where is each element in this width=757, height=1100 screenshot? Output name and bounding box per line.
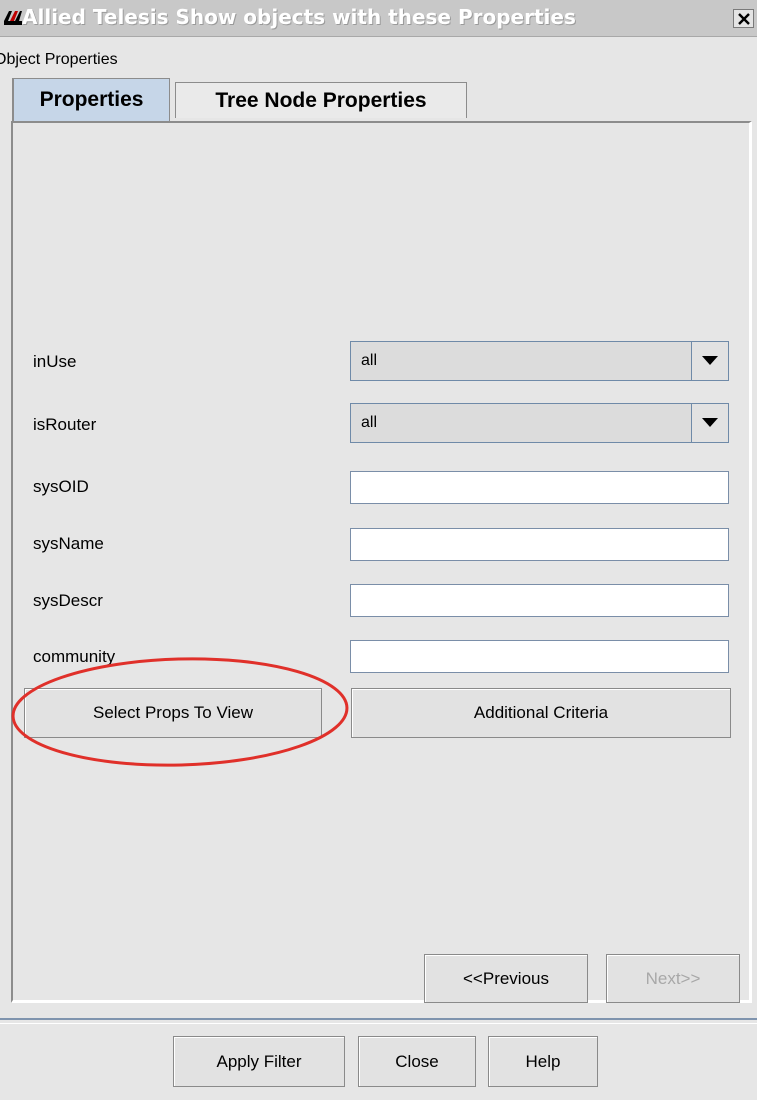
close-icon — [738, 13, 750, 25]
next-button[interactable]: Next>> — [606, 954, 740, 1003]
title-bar: Allied Telesis Show objects with these P… — [0, 0, 757, 37]
sysdescr-field[interactable] — [350, 584, 729, 617]
select-props-to-view-button[interactable]: Select Props To View — [24, 688, 322, 738]
isrouter-dropdown[interactable]: all — [350, 403, 729, 443]
sysdescr-label: sysDescr — [33, 591, 103, 610]
sysoid-field[interactable] — [350, 471, 729, 504]
inuse-label: inUse — [33, 352, 77, 371]
sysname-field[interactable] — [350, 528, 729, 561]
chevron-down-icon — [702, 356, 718, 365]
apply-filter-button[interactable]: Apply Filter — [173, 1036, 345, 1087]
close-window-button[interactable] — [733, 9, 754, 28]
additional-criteria-button[interactable]: Additional Criteria — [351, 688, 731, 738]
tab-tree-node-properties[interactable]: Tree Node Properties — [175, 82, 467, 118]
previous-button[interactable]: <<Previous — [424, 954, 588, 1003]
inuse-dropdown[interactable]: all — [350, 341, 729, 381]
chevron-down-icon — [702, 418, 718, 427]
sysoid-label: sysOID — [33, 477, 89, 496]
community-field[interactable] — [350, 640, 729, 673]
community-label: community — [33, 647, 116, 666]
footer-separator — [0, 1018, 757, 1024]
help-button[interactable]: Help — [488, 1036, 598, 1087]
properties-panel — [11, 121, 752, 1003]
sysname-label: sysName — [33, 534, 104, 553]
close-button[interactable]: Close — [358, 1036, 476, 1087]
window-title: Allied Telesis Show objects with these P… — [22, 5, 576, 29]
isrouter-dropdown-button[interactable] — [691, 404, 728, 442]
allied-telesis-logo-icon — [4, 11, 22, 25]
isrouter-label: isRouter — [33, 415, 97, 434]
inuse-dropdown-button[interactable] — [691, 342, 728, 380]
isrouter-value: all — [361, 414, 378, 431]
object-properties-heading: Object Properties — [0, 51, 118, 68]
inuse-value: all — [361, 352, 378, 369]
tab-properties[interactable]: Properties — [12, 78, 170, 121]
